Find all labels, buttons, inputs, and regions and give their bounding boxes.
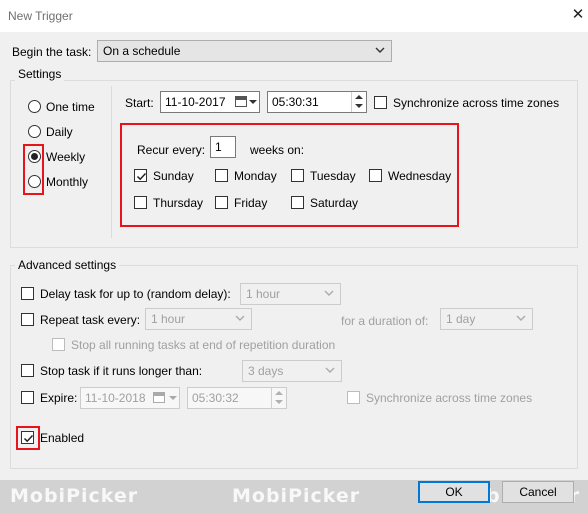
title-bar — [0, 0, 588, 32]
start-time-field[interactable]: 05:30:31 — [267, 91, 367, 113]
dropdown-arrow-icon[interactable] — [249, 100, 257, 104]
watermark-1: MobiPicker — [10, 485, 139, 507]
checkbox-thursday[interactable] — [134, 196, 147, 209]
chevron-down-icon — [375, 47, 385, 53]
begin-task-label: Begin the task: — [12, 45, 92, 59]
checkbox-tuesday[interactable] — [291, 169, 304, 182]
weeks-on-label: weeks on: — [250, 143, 305, 157]
calendar-icon[interactable] — [153, 392, 165, 403]
spin-down-icon[interactable] — [355, 104, 363, 108]
recur-every-label: Recur every: — [137, 143, 206, 157]
start-date-value: 11-10-2017 — [165, 95, 226, 109]
chevron-down-icon — [516, 315, 526, 321]
label-thursday: Thursday — [153, 196, 204, 210]
stop-task-value: 3 days — [248, 364, 284, 378]
expire-time-field[interactable]: 05:30:32 — [187, 387, 287, 409]
enabled-label: Enabled — [40, 431, 85, 445]
label-sunday: Sunday — [153, 169, 194, 183]
time-spinner[interactable] — [351, 92, 366, 112]
label-saturday: Saturday — [310, 196, 359, 210]
calendar-icon[interactable] — [235, 96, 247, 107]
repeat-task-checkbox[interactable] — [21, 313, 34, 326]
expire-date-field[interactable]: 11-10-2018 — [80, 387, 180, 409]
label-tuesday: Tuesday — [310, 169, 356, 183]
spin-up-icon[interactable] — [275, 391, 283, 395]
highlight-box-weekly — [23, 144, 44, 195]
start-time-value: 05:30:31 — [272, 95, 319, 109]
close-icon[interactable]: ✕ — [568, 5, 588, 25]
delay-task-label: Delay task for up to (random delay): — [40, 287, 231, 301]
label-wednesday: Wednesday — [388, 169, 452, 183]
expire-label: Expire: — [40, 391, 78, 405]
chevron-down-icon — [324, 290, 334, 296]
recur-weeks-input[interactable]: 1 — [210, 136, 236, 158]
ok-button[interactable]: OK — [418, 481, 490, 503]
duration-dropdown[interactable]: 1 day — [440, 308, 533, 330]
chevron-down-icon — [325, 367, 335, 373]
start-label: Start: — [125, 96, 154, 110]
stop-task-checkbox[interactable] — [21, 364, 34, 377]
duration-value: 1 day — [446, 312, 476, 326]
radio-one-time[interactable] — [28, 100, 41, 113]
spin-up-icon[interactable] — [355, 95, 363, 99]
cancel-button[interactable]: Cancel — [502, 481, 574, 503]
repeat-value: 1 hour — [151, 312, 186, 326]
expire-checkbox[interactable] — [21, 391, 34, 404]
radio-one-time-label: One time — [46, 100, 95, 114]
highlight-box-enabled — [16, 426, 40, 450]
settings-group-label: Settings — [15, 67, 65, 81]
settings-divider — [111, 86, 112, 238]
stop-all-tasks-checkbox[interactable] — [52, 338, 65, 351]
checkbox-wednesday[interactable] — [369, 169, 382, 182]
label-friday: Friday — [234, 196, 268, 210]
checkmark-icon — [136, 172, 147, 181]
stop-all-tasks-label: Stop all running tasks at end of repetit… — [71, 338, 336, 352]
radio-weekly-label: Weekly — [46, 150, 86, 164]
start-date-field[interactable]: 11-10-2017 — [160, 91, 260, 113]
window-title: New Trigger — [8, 9, 73, 23]
expire-sync-label: Synchronize across time zones — [366, 391, 533, 405]
watermark-2: MobiPicker — [232, 485, 361, 507]
radio-daily-label: Daily — [46, 125, 73, 139]
repeat-dropdown[interactable]: 1 hour — [145, 308, 252, 330]
begin-task-value: On a schedule — [103, 44, 181, 58]
stop-task-dropdown[interactable]: 3 days — [242, 360, 342, 382]
delay-value: 1 hour — [246, 287, 281, 301]
checkbox-sunday[interactable] — [134, 169, 147, 182]
sync-time-zones-label: Synchronize across time zones — [393, 96, 560, 110]
spin-down-icon[interactable] — [275, 400, 283, 404]
recur-weeks-value: 1 — [215, 140, 222, 154]
stop-task-label: Stop task if it runs longer than: — [40, 364, 203, 378]
chevron-down-icon — [235, 315, 245, 321]
time-spinner[interactable] — [271, 388, 286, 408]
expire-sync-checkbox[interactable] — [347, 391, 360, 404]
advanced-settings-label: Advanced settings — [15, 258, 120, 272]
checkbox-monday[interactable] — [215, 169, 228, 182]
begin-task-dropdown[interactable]: On a schedule — [97, 40, 392, 62]
delay-dropdown[interactable]: 1 hour — [240, 283, 341, 305]
duration-label: for a duration of: — [341, 314, 429, 328]
radio-daily[interactable] — [28, 125, 41, 138]
delay-task-checkbox[interactable] — [21, 287, 34, 300]
dropdown-arrow-icon[interactable] — [169, 396, 177, 400]
label-monday: Monday — [234, 169, 277, 183]
checkbox-friday[interactable] — [215, 196, 228, 209]
checkbox-saturday[interactable] — [291, 196, 304, 209]
radio-monthly-label: Monthly — [46, 175, 89, 189]
repeat-task-label: Repeat task every: — [40, 313, 141, 327]
expire-date-value: 11-10-2018 — [85, 391, 146, 405]
sync-time-zones-checkbox[interactable] — [374, 96, 387, 109]
expire-time-value: 05:30:32 — [192, 391, 239, 405]
